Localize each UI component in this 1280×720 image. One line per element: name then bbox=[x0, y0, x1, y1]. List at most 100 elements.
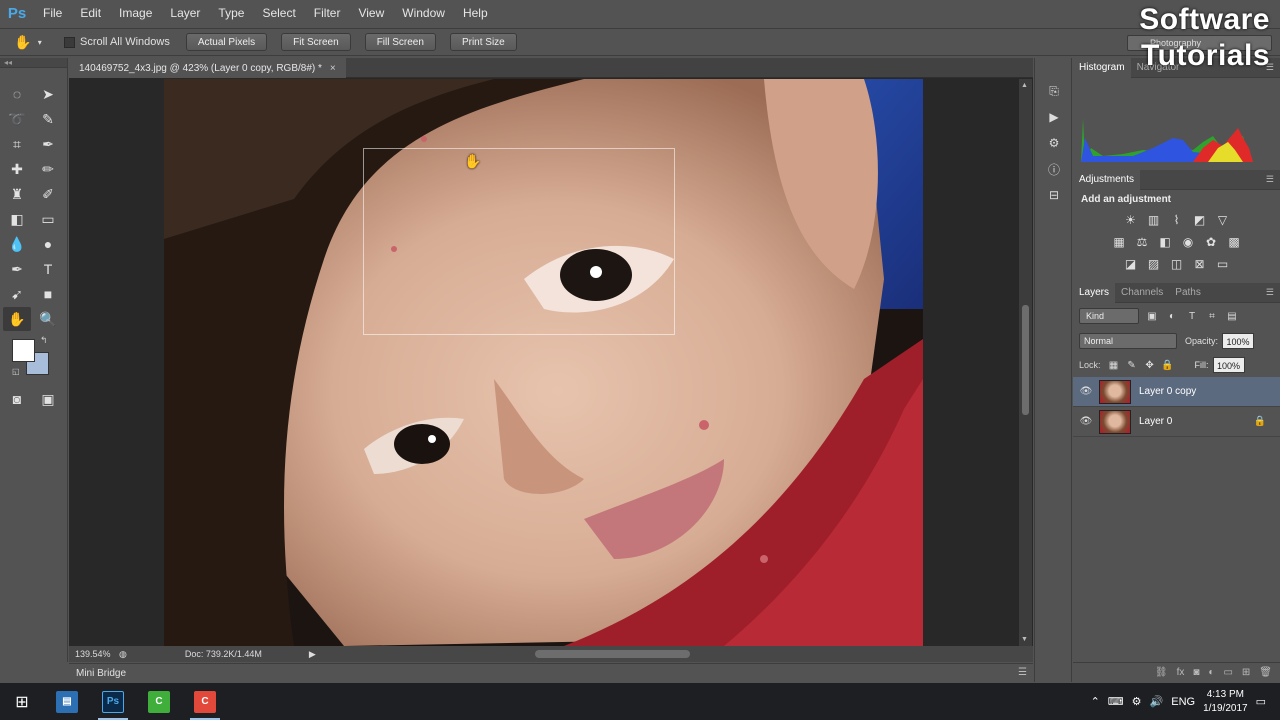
clone-stamp-icon[interactable]: ♜ bbox=[3, 182, 31, 206]
zoom-icon[interactable]: 🔍 bbox=[34, 307, 62, 331]
hand-tool-icon[interactable]: ✋ bbox=[3, 307, 31, 331]
image-canvas[interactable]: ✋ bbox=[164, 79, 923, 646]
show-hidden-icons-icon[interactable]: ⌃ bbox=[1091, 695, 1100, 708]
smart-object-filter-icon[interactable]: ▤ bbox=[1225, 311, 1239, 322]
lasso-icon[interactable]: ➰ bbox=[3, 107, 31, 131]
eye-icon[interactable]: 👁 bbox=[1073, 386, 1099, 397]
new-group-icon[interactable]: ▭ bbox=[1223, 667, 1232, 678]
menu-file[interactable]: File bbox=[34, 0, 71, 26]
color-lookup-icon[interactable]: ▩ bbox=[1226, 234, 1242, 250]
lock-all-icon[interactable]: 🔒 bbox=[1159, 360, 1177, 371]
link-layers-icon[interactable]: ⛓ bbox=[1155, 667, 1168, 678]
channel-mixer-icon[interactable]: ✿ bbox=[1203, 234, 1219, 250]
threshold-icon[interactable]: ◫ bbox=[1169, 256, 1185, 272]
posterize-icon[interactable]: ▨ bbox=[1146, 256, 1162, 272]
vertical-scrollbar[interactable]: ▲ ▼ bbox=[1019, 79, 1032, 646]
healing-brush-icon[interactable]: ✚ bbox=[3, 157, 31, 181]
quick-mask-icon[interactable]: ◙ bbox=[3, 387, 31, 411]
camtasia-studio-taskbar[interactable]: C bbox=[182, 683, 228, 720]
tool-presets-icon[interactable]: ⚙ bbox=[1035, 130, 1073, 156]
scroll-up-icon[interactable]: ▲ bbox=[1021, 82, 1028, 89]
new-adjustment-icon[interactable]: ◐ bbox=[1208, 667, 1214, 678]
lock-transparency-icon[interactable]: ▦ bbox=[1105, 360, 1123, 371]
file-explorer-taskbar[interactable]: ▤ bbox=[44, 683, 90, 720]
eye-icon[interactable]: 👁 bbox=[1073, 416, 1099, 427]
fill-input[interactable]: 100% bbox=[1212, 357, 1245, 373]
swap-colors-icon[interactable]: ↰ bbox=[40, 335, 48, 346]
tab-channels[interactable]: Channels bbox=[1115, 283, 1169, 303]
menu-image[interactable]: Image bbox=[110, 0, 161, 26]
pen-icon[interactable]: ✒ bbox=[3, 257, 31, 281]
adjustment-filter-icon[interactable]: ◐ bbox=[1165, 311, 1179, 322]
tab-paths[interactable]: Paths bbox=[1169, 283, 1207, 303]
menu-select[interactable]: Select bbox=[253, 0, 304, 26]
delete-layer-icon[interactable]: 🗑 bbox=[1259, 667, 1272, 678]
horizontal-scrollbar[interactable] bbox=[313, 649, 1013, 659]
horizontal-scroll-thumb[interactable] bbox=[535, 650, 690, 658]
blur-icon[interactable]: 💧 bbox=[3, 232, 31, 256]
layer-style-icon[interactable]: fx bbox=[1177, 667, 1185, 678]
marquee-icon[interactable]: ◌ bbox=[3, 82, 31, 106]
menu-window[interactable]: Window bbox=[393, 0, 454, 26]
shape-filter-icon[interactable]: ⌗ bbox=[1205, 311, 1219, 322]
menu-help[interactable]: Help bbox=[454, 0, 497, 26]
history-brush-icon[interactable]: ✐ bbox=[34, 182, 62, 206]
opacity-input[interactable]: 100% bbox=[1222, 333, 1255, 349]
default-colors-icon[interactable]: ◱ bbox=[12, 367, 20, 376]
zoom-level[interactable]: 139.54% bbox=[69, 649, 119, 659]
crop-icon[interactable]: ⌗ bbox=[3, 132, 31, 156]
vertical-scroll-thumb[interactable] bbox=[1022, 305, 1029, 415]
add-mask-icon[interactable]: ◙ bbox=[1193, 667, 1199, 678]
layer-row-layer-0-copy[interactable]: 👁 Layer 0 copy bbox=[1073, 377, 1280, 407]
info-icon[interactable]: ⓘ bbox=[1035, 156, 1073, 182]
menu-view[interactable]: View bbox=[349, 0, 393, 26]
status-info-icon[interactable]: ◍ bbox=[119, 649, 127, 660]
photoshop-taskbar[interactable]: Ps bbox=[90, 683, 136, 720]
type-icon[interactable]: T bbox=[34, 257, 62, 281]
mini-bridge-tab[interactable]: Mini Bridge bbox=[76, 668, 126, 679]
actual-pixels-button[interactable]: Actual Pixels bbox=[185, 33, 268, 51]
gradient-icon[interactable]: ▭ bbox=[34, 207, 62, 231]
menu-type[interactable]: Type bbox=[209, 0, 253, 26]
scroll-all-checkbox[interactable] bbox=[64, 36, 75, 48]
keyboard-icon[interactable]: ⌨ bbox=[1108, 695, 1124, 708]
layer-row-layer-0[interactable]: 👁 Layer 0 🔒 bbox=[1073, 407, 1280, 437]
color-balance-icon[interactable]: ⚖ bbox=[1134, 234, 1150, 250]
foreground-color[interactable] bbox=[12, 339, 35, 362]
curves-icon[interactable]: ⌇ bbox=[1169, 212, 1185, 228]
windows-start-icon[interactable]: ⊞ bbox=[0, 683, 44, 720]
selective-color-icon[interactable]: ⊠ bbox=[1192, 256, 1208, 272]
menu-filter[interactable]: Filter bbox=[305, 0, 350, 26]
levels-icon[interactable]: ▥ bbox=[1146, 212, 1162, 228]
photo-filter-icon[interactable]: ◉ bbox=[1180, 234, 1196, 250]
panel-menu-icon[interactable]: ☰ bbox=[1018, 667, 1027, 678]
new-layer-icon[interactable]: ⊞ bbox=[1242, 667, 1250, 678]
lock-position-icon[interactable]: ✥ bbox=[1141, 360, 1159, 371]
tab-layers[interactable]: Layers bbox=[1073, 282, 1116, 303]
black-white-icon[interactable]: ◧ bbox=[1157, 234, 1173, 250]
brightness-icon[interactable]: ☀ bbox=[1123, 212, 1139, 228]
network-icon[interactable]: ⚙ bbox=[1132, 695, 1142, 708]
panel-menu-icon[interactable]: ☰ bbox=[1266, 174, 1274, 185]
dodge-icon[interactable]: ● bbox=[34, 232, 62, 256]
toolbox-grip[interactable]: ◂◂ bbox=[0, 58, 67, 68]
document-tab[interactable]: 140469752_4x3.jpg @ 423% (Layer 0 copy, … bbox=[69, 58, 346, 78]
gradient-map-icon[interactable]: ▭ bbox=[1215, 256, 1231, 272]
brush-icon[interactable]: ✏ bbox=[34, 157, 62, 181]
actions-icon[interactable]: ▶ bbox=[1035, 104, 1073, 130]
path-select-icon[interactable]: ➹ bbox=[3, 282, 31, 306]
clock[interactable]: 4:13 PM 1/19/2017 bbox=[1203, 688, 1248, 716]
eraser-icon[interactable]: ◧ bbox=[3, 207, 31, 231]
volume-icon[interactable]: 🔊 bbox=[1150, 695, 1164, 708]
menu-layer[interactable]: Layer bbox=[161, 0, 209, 26]
menu-edit[interactable]: Edit bbox=[71, 0, 110, 26]
fit-screen-button[interactable]: Fit Screen bbox=[281, 33, 351, 51]
fill-screen-button[interactable]: Fill Screen bbox=[364, 33, 436, 51]
language-indicator[interactable]: ENG bbox=[1171, 696, 1195, 708]
tab-histogram[interactable]: Histogram bbox=[1073, 57, 1131, 78]
camtasia-recorder-taskbar[interactable]: C bbox=[136, 683, 182, 720]
blend-mode-select[interactable]: Normal bbox=[1079, 333, 1177, 349]
properties-icon[interactable]: ⊟ bbox=[1035, 182, 1073, 208]
panel-menu-icon[interactable]: ☰ bbox=[1266, 287, 1274, 298]
notifications-icon[interactable]: ▭ bbox=[1256, 695, 1266, 708]
